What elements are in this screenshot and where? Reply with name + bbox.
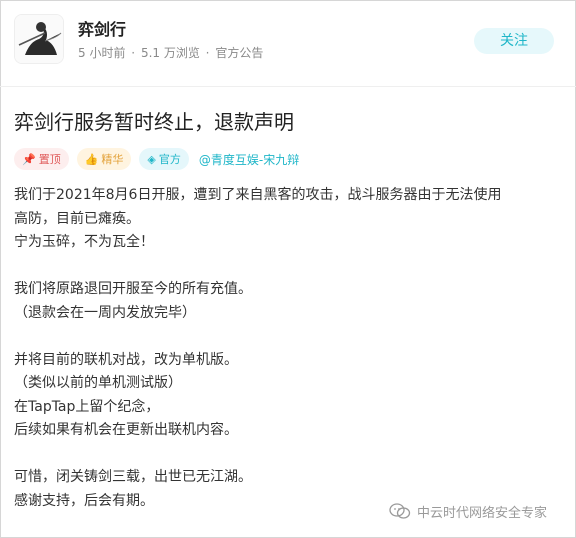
tag-official: ◈ 官方 xyxy=(139,148,189,170)
watermark-text: 中云时代网络安全专家 xyxy=(417,505,548,521)
tag-essence-label: 精华 xyxy=(101,153,124,166)
thumbs-up-icon: 👍 xyxy=(84,152,99,166)
post-body: 我们于2021年8月6日开服，遭到了来自黑客的攻击，战斗服务器由于无法使用 高防… xyxy=(14,184,562,513)
body-line: （类似以前的单机测试版） xyxy=(14,375,182,391)
post-header: 弈剑行 5 小时前 · 5.1 万浏览 · 官方公告 关注 xyxy=(0,0,576,86)
wechat-icon xyxy=(389,503,411,519)
view-count: 5.1 万浏览 xyxy=(140,46,200,60)
header-divider xyxy=(0,86,576,87)
body-line: 并将目前的联机对战，改为单机版。 xyxy=(14,351,238,368)
post-meta: 5 小时前 · 5.1 万浏览 · 官方公告 xyxy=(78,44,265,61)
body-line: 高防，目前已瘫痪。 xyxy=(14,210,140,227)
diamond-icon: ◈ xyxy=(147,152,156,166)
post-time: 5 小时前 xyxy=(78,46,126,60)
body-line: 我们将原路退回开服至今的所有充值。 xyxy=(14,281,252,297)
post-title: 弈剑行服务暂时终止，退款声明 xyxy=(14,110,294,134)
author-name[interactable]: 弈剑行 xyxy=(78,16,126,40)
pin-icon: 📌 xyxy=(22,152,36,166)
watermark: 中云时代网络安全专家 xyxy=(389,500,547,522)
tag-official-label: 官方 xyxy=(158,153,181,166)
body-line: （退款会在一周内发放完毕） xyxy=(14,304,196,321)
tag-essence: 👍 精华 xyxy=(76,148,132,170)
tag-pinned: 📌 置顶 xyxy=(14,148,69,170)
body-line: 在TapTap上留个纪念， xyxy=(14,398,160,415)
post-category: 官方公告 xyxy=(215,46,264,60)
follow-button[interactable]: 关注 xyxy=(474,28,554,54)
tag-pinned-label: 置顶 xyxy=(38,153,61,166)
body-line: 后续如果有机会在更新出联机内容。 xyxy=(14,422,238,438)
meta-dot: · xyxy=(205,46,210,60)
studio-mention-link[interactable]: @青度互娱-宋九辩 xyxy=(199,151,299,168)
body-line: 我们于2021年8月6日开服，遭到了来自黑客的攻击，战斗服务器由于无法使用 xyxy=(14,187,502,203)
meta-dot: · xyxy=(131,46,136,60)
author-avatar[interactable] xyxy=(14,14,64,64)
swordsman-avatar-icon xyxy=(15,15,63,63)
body-line: 可惜，闭关铸剑三载，出世已无江湖。 xyxy=(14,469,252,485)
body-line: 宁为玉碎，不为瓦全！ xyxy=(14,234,154,250)
tag-row: 📌 置顶 👍 精华 ◈ 官方 @青度互娱-宋九辩 xyxy=(14,148,299,170)
